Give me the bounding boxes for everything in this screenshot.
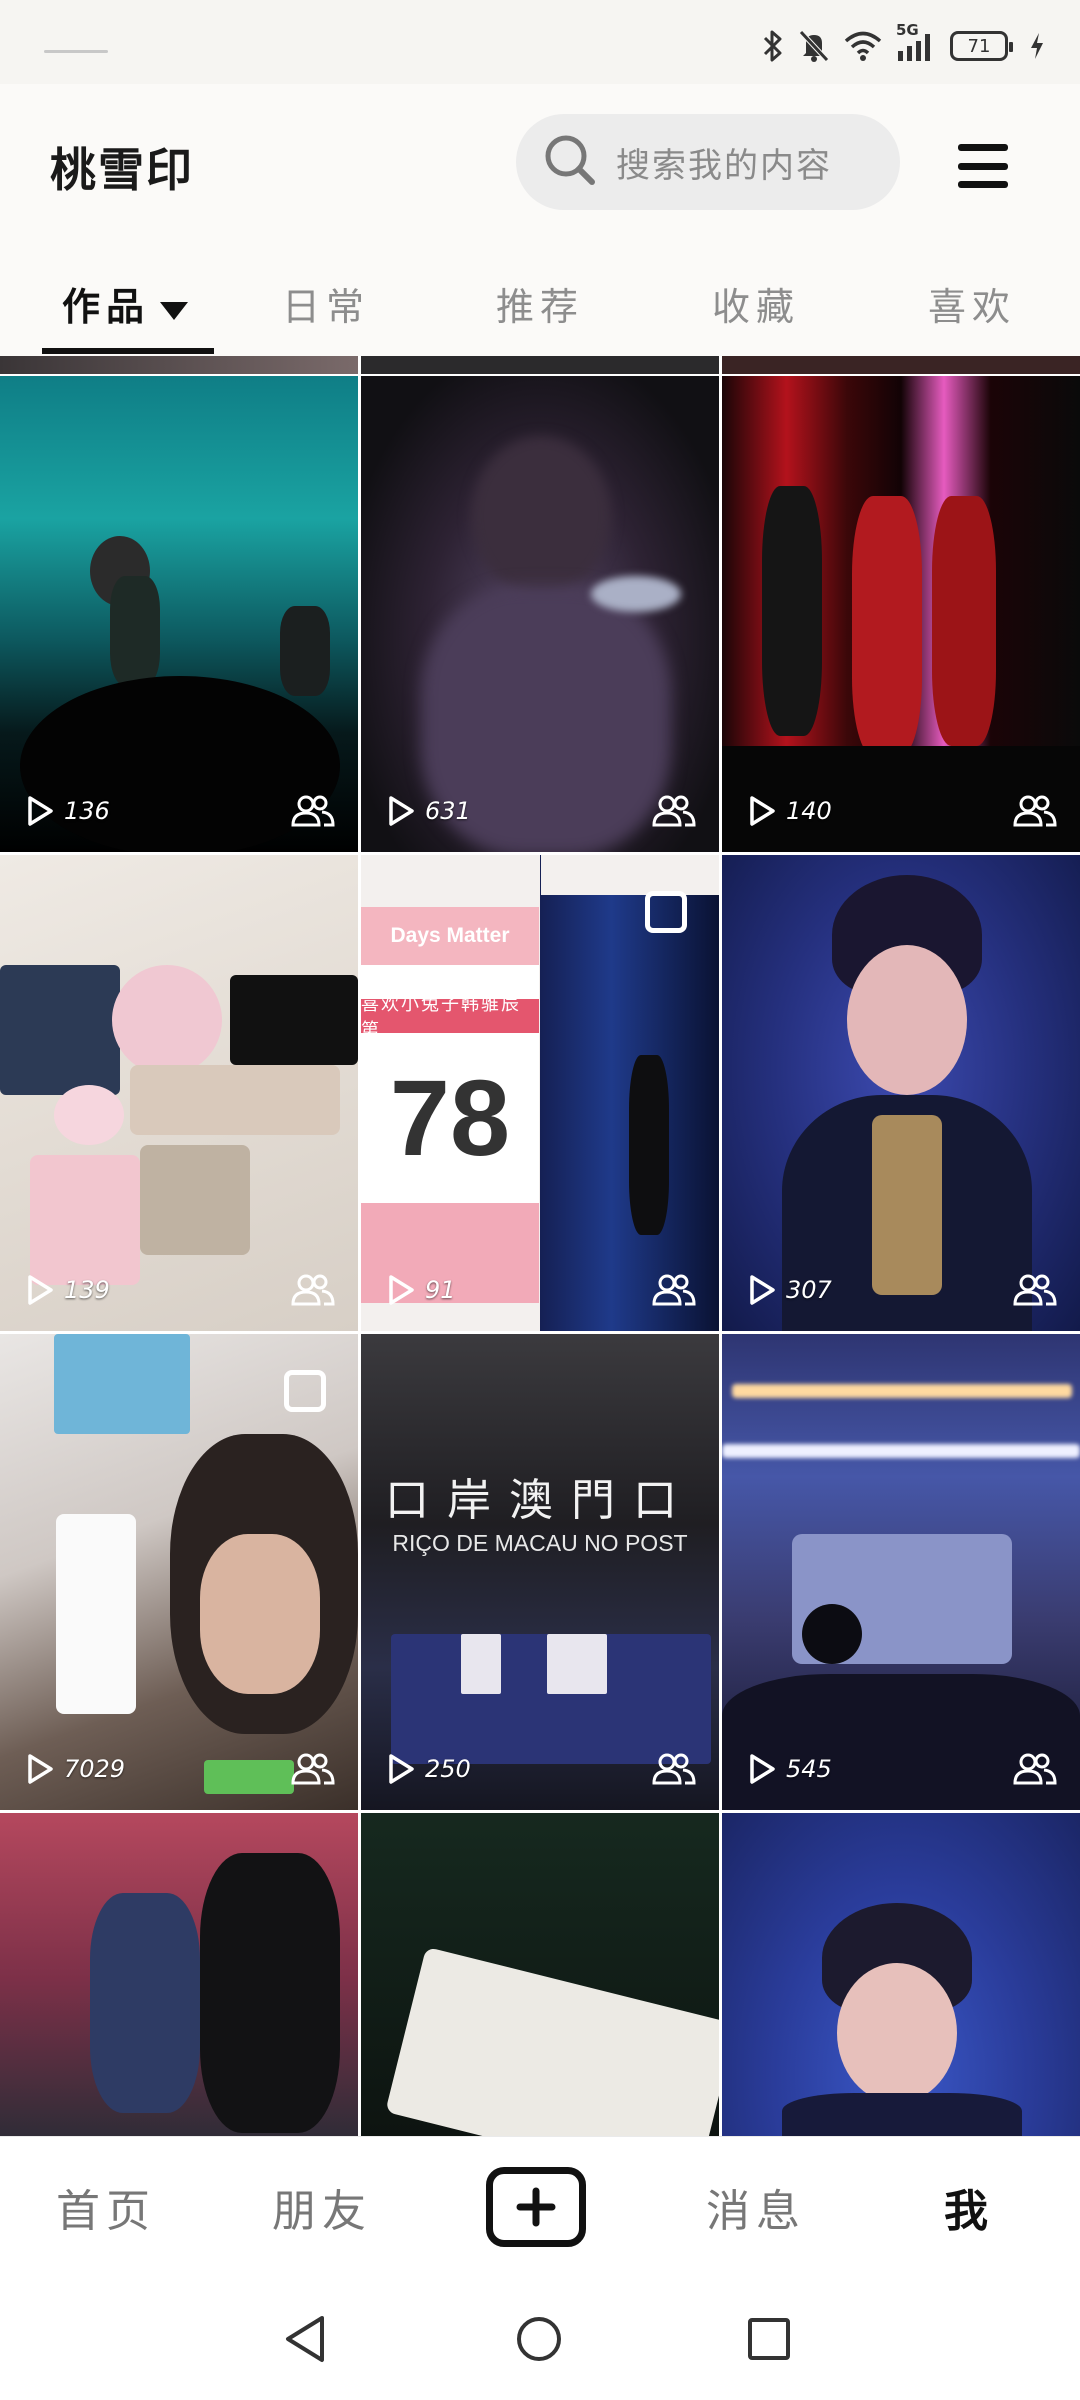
status-bar: 5G 71 bbox=[0, 0, 1080, 84]
play-count: 136 bbox=[22, 794, 110, 828]
system-nav-bar bbox=[0, 2278, 1080, 2400]
play-count-value: 139 bbox=[64, 1276, 110, 1304]
tab-favorites[interactable]: 收藏 bbox=[712, 276, 800, 331]
friends-visibility-icon bbox=[652, 795, 696, 827]
play-count-value: 307 bbox=[786, 1276, 832, 1304]
video-thumbnail[interactable]: 307 bbox=[722, 855, 1080, 1331]
video-thumbnail[interactable] bbox=[0, 1813, 358, 2136]
video-thumbnail[interactable]: 140 bbox=[722, 376, 1080, 852]
play-count: 250 bbox=[383, 1752, 471, 1786]
play-count: 307 bbox=[744, 1273, 832, 1307]
friends-visibility-icon bbox=[291, 1274, 335, 1306]
days-matter-event: 喜欢小兔子韩骓辰第 bbox=[361, 994, 539, 1041]
play-icon bbox=[389, 1754, 414, 1784]
play-count-value: 250 bbox=[425, 1755, 471, 1783]
battery-level: 71 bbox=[967, 35, 991, 57]
video-thumbnail[interactable]: 631 bbox=[361, 376, 719, 852]
search-input[interactable]: 搜索我的内容 bbox=[516, 114, 900, 210]
play-count: 91 bbox=[383, 1273, 456, 1307]
play-count-value: 545 bbox=[786, 1755, 832, 1783]
play-count-value: 136 bbox=[64, 797, 110, 825]
sign-text: 口岸澳門口 bbox=[385, 1475, 695, 1526]
friends-visibility-icon bbox=[291, 1753, 335, 1785]
play-count-value: 91 bbox=[425, 1276, 456, 1304]
friends-visibility-icon bbox=[291, 795, 335, 827]
tab-active-indicator bbox=[42, 348, 214, 354]
page-title: 桃雪印 bbox=[50, 143, 194, 197]
header: 桃雪印 搜索我的内容 bbox=[0, 84, 1080, 244]
partial-row-strip bbox=[0, 356, 358, 374]
hamburger-menu-icon[interactable] bbox=[958, 144, 1008, 188]
play-count: 139 bbox=[22, 1273, 110, 1307]
friends-visibility-icon bbox=[1013, 1274, 1057, 1306]
network-type: 5G bbox=[896, 21, 919, 39]
video-thumbnail[interactable]: Days Matter 喜欢小兔子韩骓辰第 78 91 bbox=[361, 855, 719, 1331]
back-icon[interactable] bbox=[282, 2314, 328, 2364]
friends-visibility-icon bbox=[1013, 1753, 1057, 1785]
content-tabs: 作品 日常 推荐 收藏 喜欢 bbox=[0, 244, 1080, 356]
nav-home[interactable]: 首页 bbox=[56, 2175, 156, 2239]
video-grid: 136 631 140 139 Days Matter 喜欢小兔子韩骓辰第 78… bbox=[0, 356, 1080, 2136]
video-thumbnail[interactable] bbox=[361, 1813, 719, 2136]
days-matter-count: 78 bbox=[389, 1057, 511, 1178]
video-thumbnail[interactable]: 7029 bbox=[0, 1334, 358, 1810]
partial-row-strip bbox=[722, 356, 1080, 374]
plus-icon bbox=[516, 2187, 556, 2227]
recents-square-icon[interactable] bbox=[746, 2314, 792, 2364]
play-icon bbox=[28, 1754, 53, 1784]
tab-daily[interactable]: 日常 bbox=[282, 276, 370, 331]
mute-icon bbox=[798, 29, 830, 63]
nav-me[interactable]: 我 bbox=[944, 2175, 994, 2239]
wifi-icon bbox=[844, 30, 882, 62]
nav-messages[interactable]: 消息 bbox=[706, 2175, 806, 2239]
play-count-value: 631 bbox=[425, 797, 471, 825]
status-icons: 5G 71 bbox=[762, 21, 1044, 66]
friends-visibility-icon bbox=[1013, 795, 1057, 827]
bluetooth-icon bbox=[762, 29, 784, 63]
play-count: 7029 bbox=[22, 1752, 125, 1786]
play-icon bbox=[389, 796, 414, 826]
video-thumbnail[interactable] bbox=[722, 1813, 1080, 2136]
tab-likes[interactable]: 喜欢 bbox=[928, 276, 1016, 331]
play-icon bbox=[750, 796, 775, 826]
friends-visibility-icon bbox=[652, 1274, 696, 1306]
home-circle-icon[interactable] bbox=[514, 2314, 564, 2364]
play-count: 545 bbox=[744, 1752, 832, 1786]
tab-recommend[interactable]: 推荐 bbox=[496, 276, 584, 331]
play-count-value: 140 bbox=[786, 797, 832, 825]
play-icon bbox=[750, 1275, 775, 1305]
play-icon bbox=[28, 1275, 53, 1305]
friends-visibility-icon bbox=[652, 1753, 696, 1785]
select-checkbox[interactable] bbox=[284, 1370, 326, 1412]
select-checkbox[interactable] bbox=[645, 891, 687, 933]
video-thumbnail[interactable]: 545 bbox=[722, 1334, 1080, 1810]
caret-down-icon bbox=[160, 301, 189, 320]
play-count: 140 bbox=[744, 794, 832, 828]
charging-icon bbox=[1030, 32, 1044, 60]
play-icon bbox=[28, 796, 53, 826]
tab-works-label: 作品 bbox=[62, 284, 151, 329]
signal-icon: 5G bbox=[896, 21, 936, 63]
battery-icon: 71 bbox=[950, 31, 1013, 61]
add-button[interactable] bbox=[486, 2167, 586, 2247]
play-icon bbox=[389, 1275, 414, 1305]
search-placeholder: 搜索我的内容 bbox=[616, 145, 832, 186]
bottom-nav: 首页 朋友 消息 我 bbox=[0, 2136, 1080, 2278]
nav-friends[interactable]: 朋友 bbox=[272, 2175, 372, 2239]
days-matter-card: Days Matter 喜欢小兔子韩骓辰第 78 bbox=[361, 907, 539, 1303]
video-thumbnail[interactable]: 139 bbox=[0, 855, 358, 1331]
play-count-value: 7029 bbox=[64, 1755, 126, 1783]
play-icon bbox=[750, 1754, 775, 1784]
play-count: 631 bbox=[383, 794, 471, 828]
status-indicator bbox=[44, 50, 108, 53]
video-thumbnail[interactable]: 口岸澳門口 RIÇO DE MACAU NO POST 250 bbox=[361, 1334, 719, 1810]
video-thumbnail[interactable]: 136 bbox=[0, 376, 358, 852]
partial-row-strip bbox=[361, 356, 719, 374]
tab-works[interactable]: 作品 bbox=[62, 276, 189, 331]
search-icon bbox=[542, 132, 616, 192]
sign-subtext: RIÇO DE MACAU NO POST bbox=[392, 1530, 688, 1556]
days-matter-title: Days Matter bbox=[361, 907, 539, 965]
